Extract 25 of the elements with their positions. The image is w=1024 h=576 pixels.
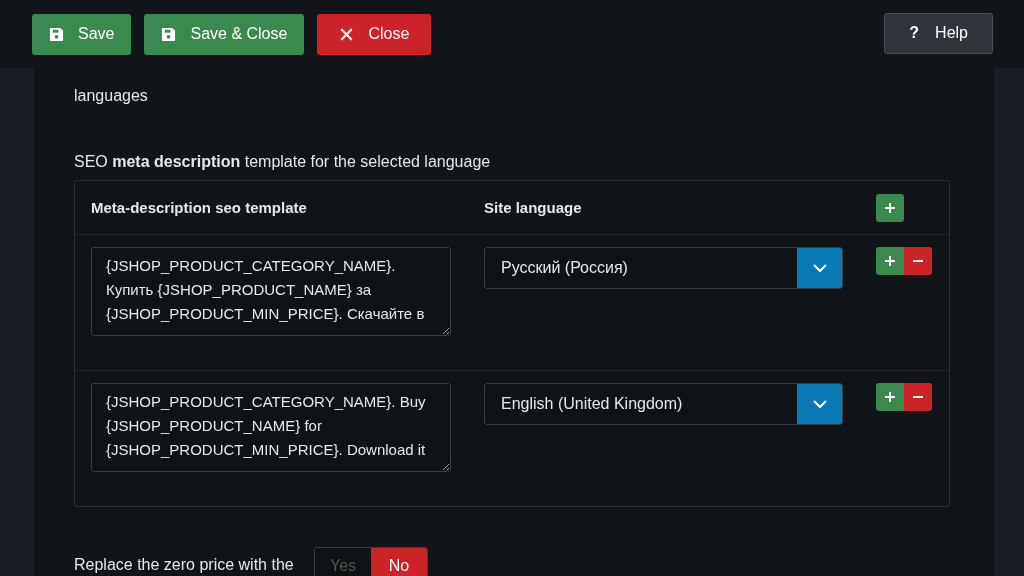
section-title: SEO meta description template for the selected language [74,152,492,172]
toolbar-button[interactable]: Close [317,13,432,55]
chevron-down-icon [812,400,827,408]
field-label: Replace the zero price with the [74,555,295,575]
add-button[interactable] [876,383,904,411]
remove-button[interactable] [904,247,932,275]
language-select[interactable]: Русский (Россия) [484,247,843,289]
field-label: languages [74,86,149,106]
close-icon [339,26,355,42]
column-header: Meta-description seo template [90,198,308,218]
plus-icon [884,255,896,267]
help-button[interactable]: ? Help [884,12,993,54]
toolbar-button[interactable]: Save [32,13,132,55]
add-button[interactable] [876,194,904,222]
plus-icon [884,202,896,214]
add-button[interactable] [876,247,904,275]
switch-option[interactable]: No [371,548,427,576]
plus-icon [884,391,896,403]
remove-button[interactable] [904,383,932,411]
language-select[interactable]: English (United Kingdom) [484,383,843,425]
toolbar-button[interactable]: Save & Close [144,13,305,55]
chevron-down-icon [812,264,827,272]
template-textarea[interactable]: {JSHOP_PRODUCT_CATEGORY_NAME}. Купить {JSHOP_PRODUCT_NAME} за {JSHOP_PRODUCT_MIN_PRICE}. Скачайте в [91,247,451,336]
template-textarea[interactable]: {JSHOP_PRODUCT_CATEGORY_NAME}. Buy {JSHOP_PRODUCT_NAME} for {JSHOP_PRODUCT_MIN_PRICE}. Download it [91,383,451,472]
column-header: Site language [484,198,583,218]
